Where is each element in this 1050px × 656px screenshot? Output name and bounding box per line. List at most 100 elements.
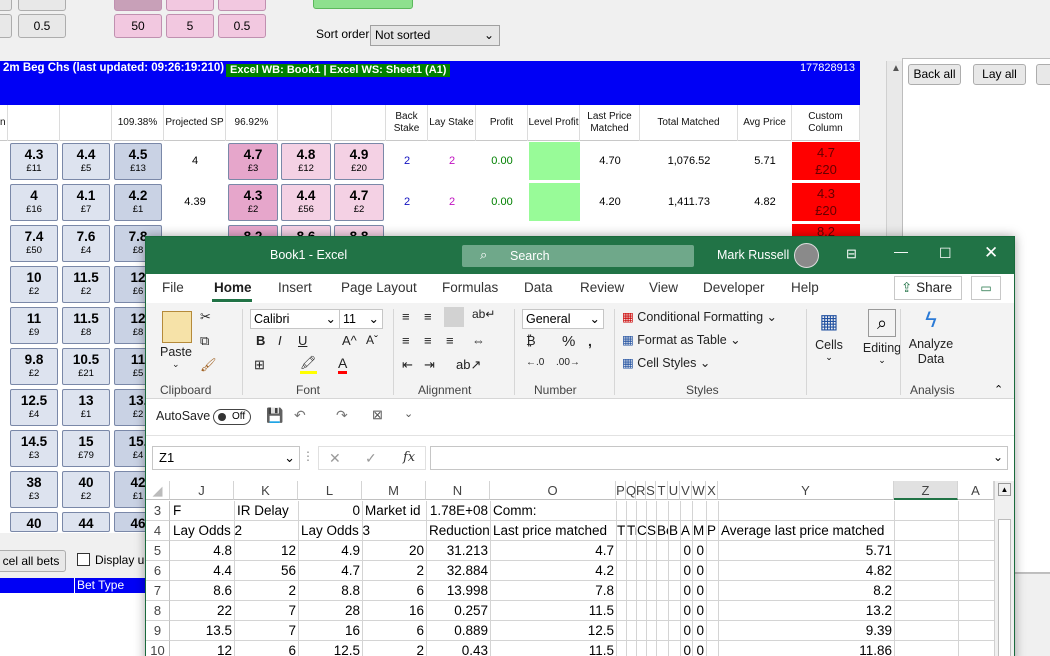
scroll-up-icon[interactable]: ▲ [998,483,1011,496]
column-header-n[interactable]: N [426,481,490,500]
cell-w6[interactable]: 0 [692,561,704,581]
cell-x4[interactable]: P [707,521,718,541]
lay-preset-top-3[interactable] [218,0,266,11]
paste-icon[interactable] [162,311,192,343]
cell-l8[interactable]: 28 [298,601,360,621]
back-price-cell[interactable]: 7.4 £50 [10,225,58,262]
redo-icon[interactable]: ↷ [336,407,348,424]
enter-icon[interactable]: ✓ [365,450,377,467]
scroll-up-icon[interactable]: ▲ [891,63,901,74]
decrease-font-icon[interactable]: Aˇ [366,333,378,347]
tab-view[interactable]: View [649,280,678,295]
decrease-indent-icon[interactable]: ⇤ [402,357,413,373]
comma-style-icon[interactable]: , [588,333,592,349]
cell-m9[interactable]: 6 [362,621,424,641]
middle-align-icon[interactable]: ≡ [424,309,432,324]
lay-preset-5[interactable]: 5 [166,14,214,38]
cell-styles-button[interactable]: ▦ Cell Styles ⌄ [622,355,710,370]
stake-button-05[interactable]: 0.5 [18,14,66,38]
top-align-icon[interactable]: ≡ [402,309,410,324]
cell-r4[interactable]: C [637,521,646,541]
cell-l10[interactable]: 12.5 [298,641,360,656]
column-header-z[interactable]: Z [894,481,958,500]
cell-m7[interactable]: 6 [362,581,424,601]
custom-tool-icon[interactable]: ⊠ [372,407,383,423]
lay-all-button[interactable]: Lay all [973,64,1026,85]
stake-button-edge[interactable] [0,14,12,38]
row-header[interactable]: 4 [146,521,170,541]
back-price-cell[interactable]: 40 £2 [62,471,110,508]
column-header-aa[interactable]: A [958,481,994,500]
cell-v6[interactable]: 0 [680,561,691,581]
cell-k5[interactable]: 12 [234,541,296,561]
cell-o4[interactable]: Last price matched [493,521,616,541]
column-header-m[interactable]: M [362,481,426,500]
align-left-icon[interactable]: ≡ [402,333,410,348]
back-price-cell[interactable]: 40 [10,512,58,532]
cell-j10[interactable]: 12 [170,641,232,656]
comments-icon[interactable]: ▭ [971,276,1001,300]
cell-y4[interactable]: Average last price matched [721,521,895,541]
cell-q4[interactable]: Tr [627,521,636,541]
conditional-formatting-button[interactable]: ▦ Conditional Formatting ⌄ [622,309,777,324]
cell-n5[interactable]: 31.213 [426,541,488,561]
column-header-l[interactable]: L [298,481,362,500]
best-lay-price-cell[interactable]: 4.7 £3 [228,143,278,180]
cell-v9[interactable]: 0 [680,621,691,641]
back-price-cell[interactable]: 4.4 £5 [62,143,110,180]
cells-button[interactable]: ▦ Cells ⌄ [806,307,852,375]
cell-k9[interactable]: 7 [234,621,296,641]
back-price-cell[interactable]: 13 £1 [62,389,110,426]
select-all-corner[interactable]: ◢ [146,481,170,500]
cell-j4[interactable]: Lay Odds 2 [173,521,297,541]
back-price-cell[interactable]: 7.6 £4 [62,225,110,262]
lay-stake-cell[interactable]: 2 [428,142,476,180]
cell-n4[interactable]: Reduction [429,521,491,541]
column-header-o[interactable]: O [490,481,616,500]
cell-l6[interactable]: 4.7 [298,561,360,581]
column-header-v[interactable]: V [680,481,692,500]
back-stake-cell[interactable]: 2 [386,183,428,221]
number-format-select[interactable]: General ⌄ [522,309,604,329]
cell-l7[interactable]: 8.8 [298,581,360,601]
autosave-toggle[interactable]: Off [213,409,251,425]
row-header[interactable]: 7 [146,581,170,601]
cell-j8[interactable]: 22 [170,601,232,621]
cell-v4[interactable]: A [681,521,692,541]
cell-l3[interactable]: 0 [298,501,360,521]
row-header[interactable]: 9 [146,621,170,641]
bottom-align-icon[interactable] [444,307,464,327]
best-lay-price-cell[interactable]: 4.3 £2 [228,184,278,221]
copy-icon[interactable]: ⧉ [200,333,209,349]
cut-icon[interactable]: ✂ [200,309,211,325]
stake-button-blank[interactable] [0,0,12,11]
row-header[interactable]: 8 [146,601,170,621]
tab-data[interactable]: Data [524,280,553,295]
accounting-format-icon[interactable]: ₿ [526,333,536,348]
back-price-cell[interactable]: 4.3 £11 [10,143,58,180]
cell-n6[interactable]: 32.884 [426,561,488,581]
cell-s4[interactable]: S [647,521,656,541]
format-as-table-button[interactable]: ▦ Format as Table ⌄ [622,332,741,347]
back-price-cell[interactable]: 4.1 £7 [62,184,110,221]
cell-n7[interactable]: 13.998 [426,581,488,601]
align-center-icon[interactable]: ≡ [424,333,432,348]
row-header[interactable]: 5 [146,541,170,561]
fill-color-icon[interactable]: 🖍 [300,355,317,374]
percent-style-icon[interactable]: % [562,333,575,350]
cell-j6[interactable]: 4.4 [170,561,232,581]
cell-o8[interactable]: 11.5 [490,601,614,621]
tab-insert[interactable]: Insert [278,280,312,295]
cell-u4[interactable]: B [669,521,680,541]
lay-price-cell[interactable]: 4.4 £56 [281,184,331,221]
cell-y6[interactable]: 4.82 [718,561,892,581]
back-price-cell[interactable]: 44 [62,512,110,532]
bold-icon[interactable]: B [256,333,265,348]
column-header-y[interactable]: Y [718,481,894,500]
save-icon[interactable]: 💾 [266,407,283,424]
cell-n9[interactable]: 0.889 [426,621,488,641]
cell-w4[interactable]: M [693,521,706,541]
font-name-select[interactable]: Calibri ⌄ [250,309,340,329]
cell-m10[interactable]: 2 [362,641,424,656]
back-price-cell[interactable]: 15 £79 [62,430,110,467]
